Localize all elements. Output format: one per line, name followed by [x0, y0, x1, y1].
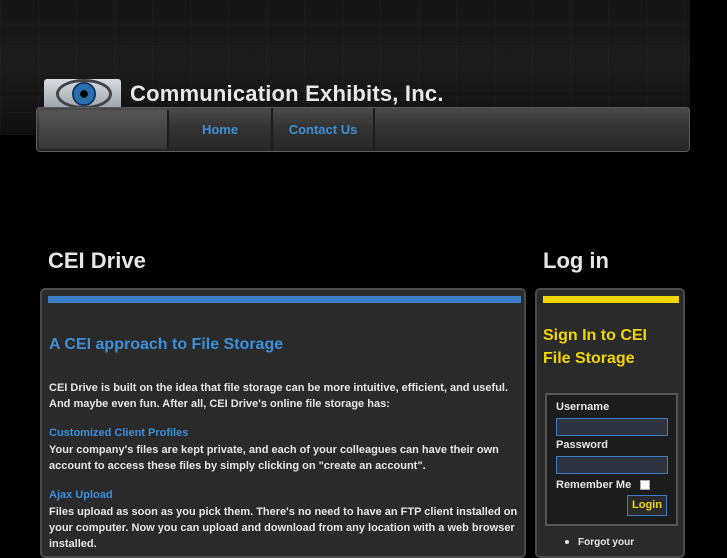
nav-item-contact-us[interactable]: Contact Us — [273, 108, 375, 151]
bullet-icon — [565, 540, 569, 545]
section-title: Customized Client Profiles — [49, 427, 189, 439]
main-content-panel: A CEI approach to File Storage CEI Drive… — [40, 288, 526, 558]
forgot-password-item[interactable]: Forgot your — [565, 537, 634, 548]
login-button[interactable]: Login — [627, 495, 667, 516]
forgot-password-link[interactable]: Forgot your — [578, 537, 634, 548]
nav-bar: Home Contact Us — [36, 107, 690, 152]
login-panel: Sign In to CEI File Storage Username Pas… — [535, 288, 685, 558]
section-text: Your company's files are kept private, a… — [49, 444, 499, 472]
sidebar-heading: Log in — [543, 248, 609, 273]
password-label: Password — [556, 439, 608, 451]
sidebar-accent-bar — [543, 296, 679, 303]
login-title: Sign In to CEI File Storage — [543, 327, 647, 367]
section-title: Ajax Upload — [49, 489, 113, 501]
remember-me-checkbox[interactable] — [640, 480, 650, 490]
main-accent-bar — [48, 296, 521, 303]
header-edge — [690, 0, 727, 135]
nav-item-home[interactable]: Home — [169, 108, 273, 151]
username-input[interactable] — [556, 418, 668, 436]
nav-blank-tab — [39, 110, 169, 149]
article-title: A CEI approach to File Storage — [49, 336, 284, 353]
intro-paragraph: CEI Drive is built on the idea that file… — [49, 382, 509, 410]
remember-me-label: Remember Me — [556, 479, 632, 491]
logo-eye-icon — [44, 79, 121, 109]
password-input[interactable] — [556, 456, 668, 474]
main-heading: CEI Drive — [48, 248, 146, 273]
site-title: Communication Exhibits, Inc. — [130, 81, 444, 106]
username-label: Username — [556, 401, 610, 413]
login-form: Username Password Remember Me Login — [545, 393, 678, 526]
